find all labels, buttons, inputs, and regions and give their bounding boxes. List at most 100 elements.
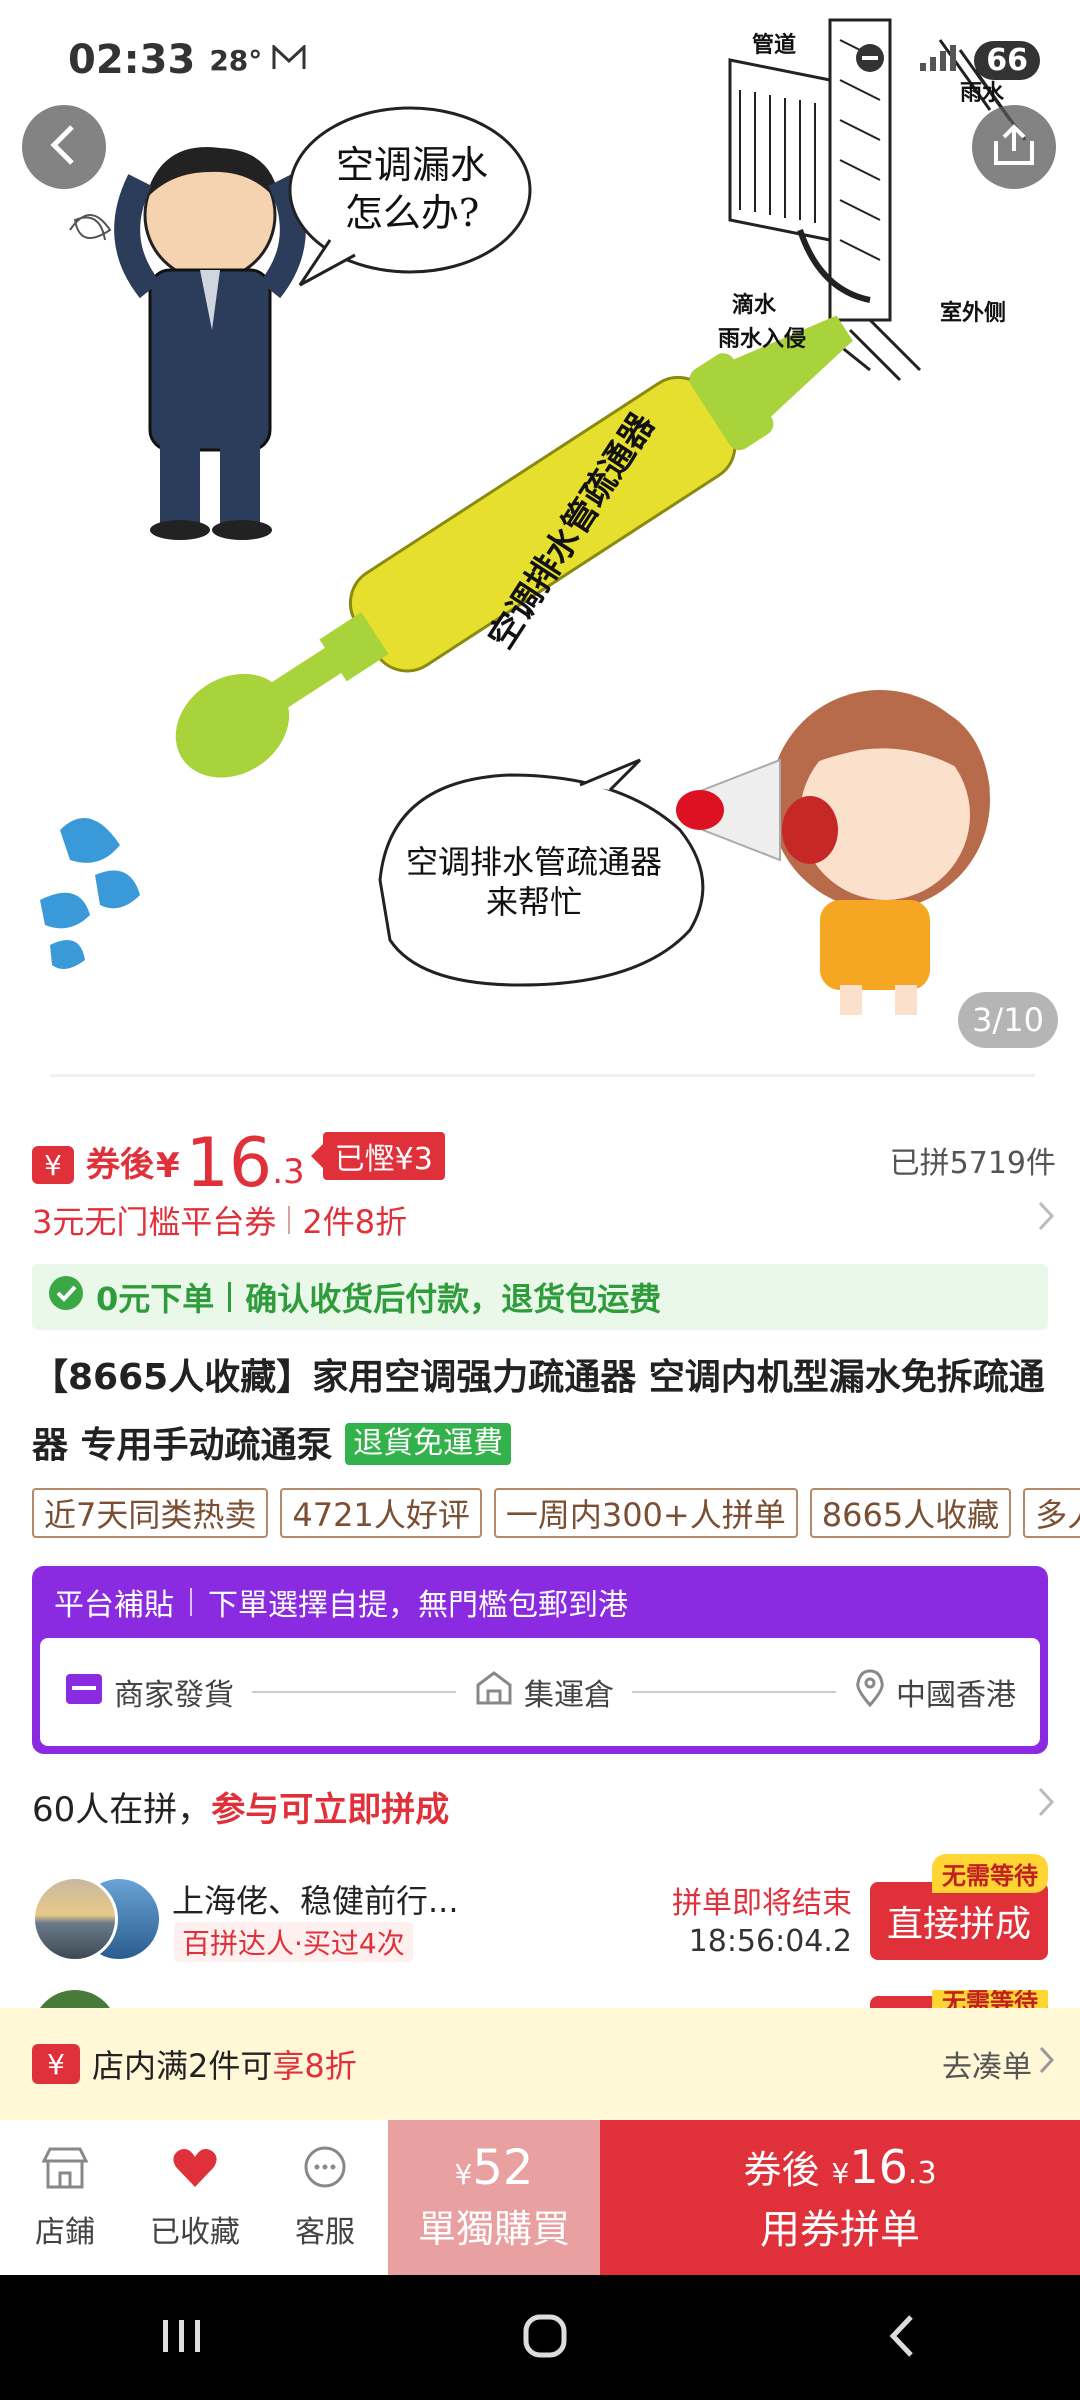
back-button[interactable] <box>22 105 106 189</box>
tag-item[interactable]: 4721人好评 <box>280 1488 482 1538</box>
system-navigation-bar <box>0 2275 1080 2400</box>
subsidy-separator <box>190 1588 192 1616</box>
status-temperature: 28° <box>209 43 263 77</box>
tag-item[interactable]: 一周内300+人拼单 <box>493 1488 798 1538</box>
promo-discount: 2件8折 <box>302 1203 408 1241</box>
add-more-link[interactable]: 去凑单 <box>942 2042 1056 2086</box>
shipping-box-icon <box>64 1670 104 1714</box>
tag-item[interactable]: 多人 <box>1023 1488 1080 1538</box>
group-buy-price: 券後 ¥16.3 <box>743 2140 936 2195</box>
chevron-left-icon <box>44 123 84 171</box>
heart-icon <box>170 2145 220 2199</box>
subsidy-label: 平台補貼 <box>54 1588 174 1623</box>
route-step-warehouse-label: 集運倉 <box>524 1678 614 1713</box>
route-step-destination: 中國香港 <box>854 1669 1016 1715</box>
location-pin-icon <box>854 1669 886 1715</box>
avatar-group <box>32 1876 162 1962</box>
girl-bubble-line-2: 来帮忙 <box>485 883 582 921</box>
tag-item[interactable]: 8665人收藏 <box>809 1488 1012 1538</box>
group-buy-header[interactable]: 60人在拼， 参与可立即拼成 <box>32 1776 1056 1836</box>
shop-discount-icon: ¥ <box>32 2044 80 2084</box>
chevron-right-icon <box>1036 1785 1056 1828</box>
group-buy-label: 用券拼单 <box>760 2207 920 2254</box>
avatar <box>32 1990 118 2008</box>
product-title-text: 【8665人收藏】家用空调强力疏通器 空调内机型漏水免拆疏通器 专用手动疏通泵 <box>32 1357 1045 1466</box>
group-buy-row-partial: 无需等待 <box>32 1990 1048 2008</box>
customer-service-button[interactable]: 客服 <box>260 2120 390 2275</box>
share-icon <box>990 121 1038 173</box>
route-line <box>252 1691 456 1693</box>
route-line <box>632 1691 836 1693</box>
group-user-name: 上海佬、稳健前行... <box>172 1882 459 1920</box>
guarantee-separator <box>228 1282 232 1312</box>
coupon-icon: ¥ <box>32 1146 74 1184</box>
guarantee-left: 0元下单 <box>96 1280 215 1318</box>
sold-count: 已拼5719件 <box>889 1146 1056 1181</box>
no-wait-badge: 无需等待 <box>932 1854 1048 1893</box>
shop-discount-bar[interactable]: ¥ 店内满2件可 享8折 去凑单 <box>0 2008 1080 2120</box>
battery-indicator: 66 <box>974 40 1040 80</box>
group-action-text: 参与可立即拼成 <box>211 1789 450 1830</box>
price-currency: ¥ <box>156 1146 180 1186</box>
subsidy-card[interactable]: 平台補貼 下單選擇自提，無門檻包郵到港 商家發貨 集運倉 中國香港 <box>32 1566 1048 1754</box>
tag-list: 近7天同类热卖 4721人好评 一周内300+人拼单 8665人收藏 多人 <box>32 1488 1080 1540</box>
shop-discount-text: 店内满2件可 <box>92 2047 273 2085</box>
tag-item[interactable]: 近7天同类热卖 <box>32 1488 269 1538</box>
price-integer: 16 <box>185 1124 273 1203</box>
image-counter: 3/10 <box>958 992 1058 1048</box>
chevron-right-icon <box>1036 1199 1056 1241</box>
shop-discount-highlight: 享8折 <box>272 2047 357 2085</box>
route-step-merchant: 商家發貨 <box>64 1670 234 1714</box>
group-user-badge: 百拼达人·买过4次 <box>174 1922 413 1962</box>
status-time: 02:33 <box>68 37 196 83</box>
man-bubble-text: 空调漏水 怎么办? <box>312 142 512 237</box>
group-count: 60人在拼， <box>32 1789 212 1830</box>
buy-alone-price: ¥52 <box>454 2141 534 2195</box>
bottom-action-bar: 店鋪 已收藏 客服 ¥52 單獨購買 券後 ¥16.3 用券拼单 <box>0 2120 1080 2275</box>
group-status: 拼单即将结束 <box>672 1886 852 1921</box>
shipping-route: 商家發貨 集運倉 中國香港 <box>40 1638 1040 1746</box>
minus-circle-icon <box>854 42 886 78</box>
guarantee-right: 确认收货后付款，退货包运费 <box>245 1280 662 1318</box>
recent-apps-icon[interactable] <box>157 2314 207 2362</box>
group-buy-prefix: 券後 <box>743 2147 820 2192</box>
product-image-gallery[interactable]: 02:33 28° 66 管道 雨水 滴水 雨水入侵 室外侧 空调漏水 怎么办?… <box>0 0 1080 1075</box>
buy-alone-button[interactable]: ¥52 單獨購買 <box>388 2120 600 2275</box>
saved-badge: 已慳¥3 <box>322 1132 445 1180</box>
man-bubble-line-2: 怎么办? <box>344 190 480 235</box>
promo-separator <box>288 1206 291 1234</box>
price-decimal: .3 <box>272 1152 305 1192</box>
share-button[interactable] <box>972 105 1056 189</box>
diagram-label-rain-in: 雨水入侵 <box>718 326 807 352</box>
guarantee-bar[interactable]: 0元下单 确认收货后付款，退货包运费 <box>32 1264 1048 1330</box>
divider <box>50 1074 1035 1077</box>
girl-bubble-line-1: 空调排水管疏通器 <box>405 843 662 881</box>
girl-bubble-text: 空调排水管疏通器 来帮忙 <box>384 842 684 922</box>
diagram-label-drip: 滴水 <box>732 292 777 318</box>
customer-service-label: 客服 <box>295 2214 355 2250</box>
avatar <box>32 1876 118 1962</box>
buy-alone-label: 單獨購買 <box>417 2207 570 2252</box>
group-buy-currency: ¥ <box>831 2156 850 2190</box>
price-prefix: 券後 <box>86 1145 154 1185</box>
add-more-label: 去凑单 <box>942 2050 1032 2085</box>
promo-row[interactable]: 3元无门槛平台券 2件8折 <box>32 1196 1056 1244</box>
back-nav-icon[interactable] <box>883 2311 923 2365</box>
store-icon <box>40 2145 90 2199</box>
favorite-label: 已收藏 <box>150 2214 240 2250</box>
join-group-button[interactable]: 直接拼成 <box>870 1882 1048 1960</box>
route-step-warehouse: 集運倉 <box>474 1669 614 1715</box>
route-step-destination-label: 中國香港 <box>896 1678 1016 1713</box>
group-buy-amount: 16 <box>849 2139 908 2194</box>
group-buy-button[interactable]: 券後 ¥16.3 用券拼单 <box>600 2120 1080 2275</box>
home-icon[interactable] <box>520 2311 570 2365</box>
free-return-badge: 退貨免運費 <box>345 1423 512 1465</box>
man-bubble-line-1: 空调漏水 <box>335 143 488 187</box>
buy-alone-currency: ¥ <box>454 2157 473 2191</box>
diagram-label-outside: 室外侧 <box>940 300 1007 326</box>
no-wait-badge: 无需等待 <box>932 1990 1048 2008</box>
favorite-button[interactable]: 已收藏 <box>130 2120 260 2275</box>
warehouse-icon <box>474 1669 514 1715</box>
shop-button[interactable]: 店鋪 <box>0 2120 130 2275</box>
badge-check-icon <box>46 1273 86 1321</box>
